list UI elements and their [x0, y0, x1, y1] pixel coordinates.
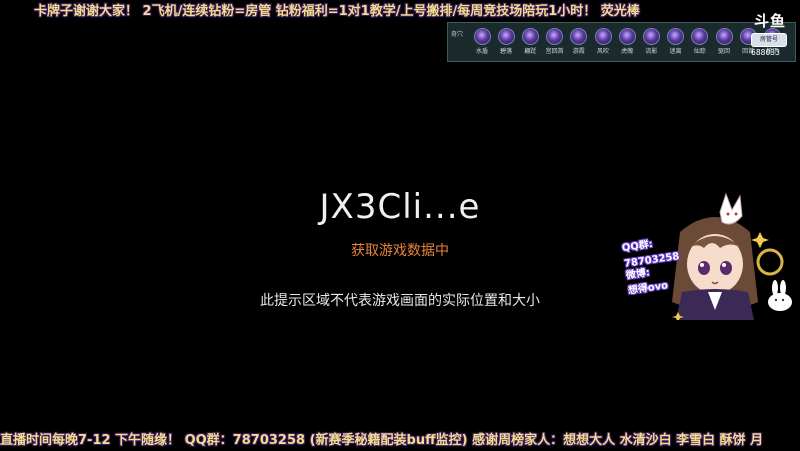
skill-icon [521, 28, 539, 45]
skill-icon [667, 28, 685, 45]
skill-bar-title: 奇穴 [450, 31, 463, 38]
skill-icon [691, 28, 709, 45]
skill-slot: 迷离 [664, 28, 688, 56]
top-marquee-banner: 卡牌子谢谢大家！ 2飞机/连续钻粉=房管 钻粉福利=1对1教学/上号搬排/每周竞… [34, 4, 640, 19]
rank-badge: 房管号 [751, 33, 787, 47]
skill-slot: 仙踪 [688, 28, 712, 56]
skill-icon [594, 28, 612, 45]
skill-label: 驱回 [717, 48, 730, 55]
skill-icon [715, 28, 733, 45]
skill-slot: 驱回 [712, 28, 736, 56]
skill-icon [618, 28, 636, 45]
skill-label: 翩跹 [524, 48, 537, 55]
skill-monitor-bar: 奇穴 水盾 碧落 翩跹 宫回首 游霞 风吹 虎魄 流影 迷离 仙踪 驱回 回首 梳下 688033 [447, 22, 796, 62]
skill-label: 水盾 [475, 48, 488, 55]
skill-label: 流影 [645, 48, 658, 55]
skill-label: 宫回首 [545, 48, 564, 55]
skill-label: 仙踪 [693, 48, 706, 55]
skill-slot: 游霞 [567, 28, 591, 56]
skill-icon [642, 28, 660, 45]
skill-label: 风吹 [596, 48, 609, 55]
skill-slot: 风吹 [591, 28, 615, 56]
skill-label: 碧落 [500, 48, 513, 55]
douyu-logo: 斗鱼 [753, 12, 786, 30]
skill-slot: 流影 [639, 28, 663, 56]
skill-slot: 翩跹 [518, 28, 542, 56]
skill-slot: 水盾 [470, 28, 494, 56]
skill-slot: 碧落 [494, 28, 518, 56]
skill-label: 虎魄 [621, 48, 634, 55]
skill-icon [570, 28, 588, 45]
streamer-sticker: QQ群: 78703258 微博: 想得ovo [620, 192, 800, 322]
skill-icon [473, 28, 491, 45]
skill-slot: 宫回首 [543, 28, 567, 56]
skill-counter: 688033 [751, 48, 780, 57]
skill-label: 游霞 [572, 48, 585, 55]
skill-slot: 虎魄 [615, 28, 639, 56]
skill-icon [497, 28, 515, 45]
skill-label: 迷离 [669, 48, 682, 55]
bottom-marquee-banner: 直播时间每晚7-12 下午随缘！ QQ群：78703258 (新赛季秘籍配装bu… [0, 433, 764, 448]
skill-icon [546, 28, 564, 45]
